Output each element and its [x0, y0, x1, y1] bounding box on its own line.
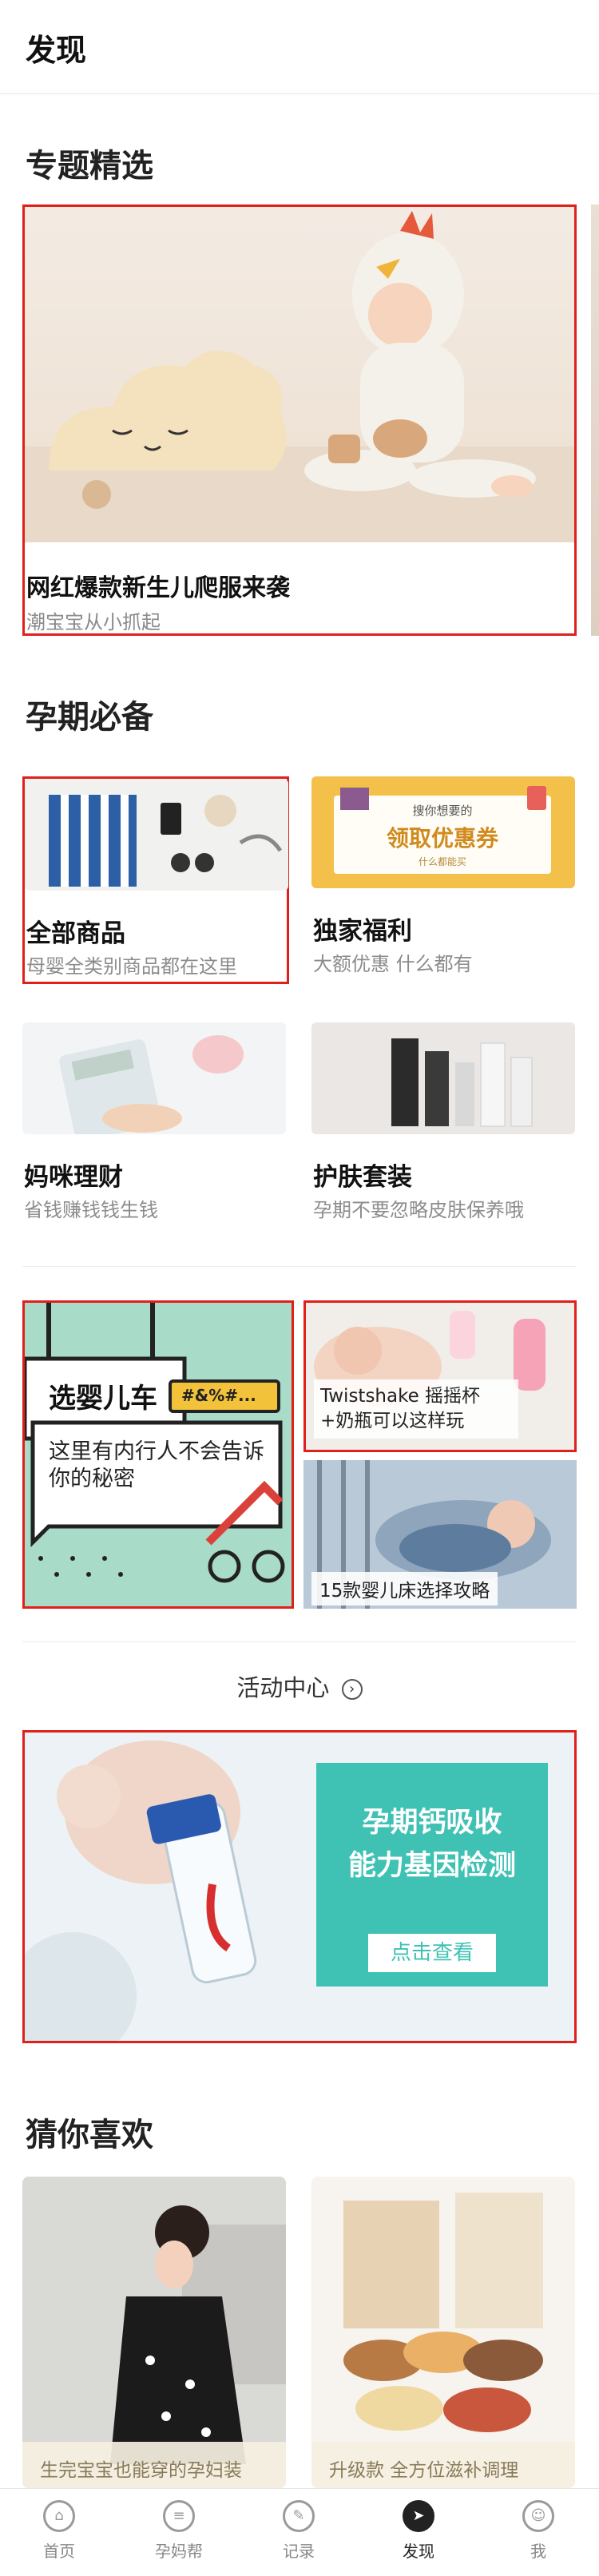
tab-label: 我	[530, 2542, 546, 2561]
tab-label: 孕妈帮	[155, 2542, 203, 2561]
activity-banner[interactable]: 孕期钙吸收 能力基因检测 点击查看	[22, 1730, 577, 2043]
recommend-item[interactable]: 升级款 全方位滋补调理	[311, 2177, 575, 2488]
coupon-banner-image: 搜你想要的 领取优惠券 什么都能买	[311, 776, 575, 888]
crib-caption: 15款婴儿床选择攻略	[311, 1572, 498, 1606]
page-title: 发现	[26, 33, 87, 68]
tab-label: 发现	[403, 2542, 434, 2561]
view-details-button[interactable]: 点击查看	[368, 1934, 496, 1972]
activity-banner-line1: 孕期钙吸收	[362, 1807, 502, 1839]
chat-icon: ≡	[163, 2500, 195, 2532]
activity-center-label: 活动中心	[236, 1674, 330, 1701]
coupon-banner-tag: 什么都能买	[418, 856, 466, 867]
speech-bubble-text: #&%#...	[181, 1386, 256, 1405]
essential-exclusive-benefits[interactable]: 搜你想要的 领取优惠券 什么都能买 独家福利 大额优惠 什么都有	[311, 776, 578, 984]
benefits-name: 独家福利	[313, 917, 412, 946]
article-crib[interactable]: 15款婴儿床选择攻略	[303, 1460, 577, 1609]
tab-label: 记录	[283, 2542, 315, 2561]
essential-all-products[interactable]: 全部商品 母婴全类别商品都在这里	[22, 776, 289, 984]
all-products-image	[25, 779, 288, 891]
tab-home[interactable]: ⌂ 首页	[11, 2500, 107, 2562]
skincare-name: 护肤套装	[313, 1163, 412, 1192]
featured-topic-name: 网红爆款新生儿爬服来袭	[26, 574, 290, 602]
section-title-recommend: 猜你喜欢	[26, 2117, 153, 2153]
all-products-name: 全部商品	[26, 919, 125, 948]
chevron-right-icon: ›	[341, 1679, 363, 1700]
compass-icon: ➤	[403, 2500, 434, 2532]
section-title-topics: 专题精选	[26, 148, 153, 185]
benefits-subtitle: 大额优惠 什么都有	[313, 953, 473, 975]
title-bar: 发现	[0, 0, 599, 94]
edit-icon: ✎	[283, 2500, 315, 2532]
all-products-subtitle: 母婴全类别商品都在这里	[26, 955, 237, 978]
stroller-description: 这里有内行人不会告诉你的秘密	[49, 1439, 264, 1491]
tab-mom-help[interactable]: ≡ 孕妈帮	[131, 2500, 227, 2562]
article-twistshake[interactable]: Twistshake 摇摇杯+奶瓶可以这样玩	[303, 1300, 577, 1452]
activity-center-link[interactable]: 活动中心 ›	[0, 1669, 599, 1703]
coupon-banner-main-text: 领取优惠券	[386, 825, 498, 851]
section-title-essentials: 孕期必备	[26, 699, 153, 736]
featured-topic-card[interactable]: 网红爆款新生儿爬服来袭 潮宝宝从小抓起	[22, 204, 577, 636]
twistshake-caption: Twistshake 摇摇杯+奶瓶可以这样玩	[314, 1379, 518, 1439]
featured-topic-image	[25, 207, 574, 542]
bottom-tab-bar: ⌂ 首页 ≡ 孕妈帮 ✎ 记录 ➤ 发现 ☺ 我	[0, 2488, 599, 2576]
essential-skincare-set[interactable]: 护肤套装 孕期不要忽略皮肤保养哦	[311, 1022, 578, 1230]
recommend-caption: 升级款 全方位滋补调理	[311, 2442, 575, 2488]
tab-label: 首页	[43, 2542, 75, 2561]
activity-banner-line2: 能力基因检测	[347, 1850, 516, 1882]
gift-box-icon	[340, 788, 369, 810]
face-icon: ☺	[522, 2500, 554, 2532]
featured-topic-subtitle: 潮宝宝从小抓起	[26, 611, 161, 633]
recommend-item[interactable]: 生完宝宝也能穿的孕妇装	[22, 2177, 286, 2488]
divider	[22, 1266, 577, 1267]
home-icon: ⌂	[43, 2500, 75, 2532]
divider	[22, 1641, 577, 1642]
finance-image	[22, 1022, 286, 1134]
skincare-image	[311, 1022, 575, 1134]
essential-mommy-finance[interactable]: 妈咪理财 省钱赚钱钱生钱	[22, 1022, 289, 1230]
recommend-caption: 生完宝宝也能穿的孕妇装	[22, 2442, 286, 2488]
stroller-title: 选婴儿车	[49, 1383, 157, 1415]
tab-record[interactable]: ✎ 记录	[251, 2500, 347, 2562]
finance-name: 妈咪理财	[24, 1163, 123, 1192]
tab-discover[interactable]: ➤ 发现	[371, 2500, 466, 2562]
bottle-icon	[527, 786, 546, 810]
next-topic-peek[interactable]	[591, 204, 599, 636]
article-stroller[interactable]: #&%#... 选婴儿车 这里有内行人不会告诉你的秘密	[22, 1300, 294, 1609]
tab-me[interactable]: ☺ 我	[490, 2500, 586, 2562]
finance-subtitle: 省钱赚钱钱生钱	[24, 1199, 158, 1221]
skincare-subtitle: 孕期不要忽略皮肤保养哦	[313, 1199, 524, 1221]
